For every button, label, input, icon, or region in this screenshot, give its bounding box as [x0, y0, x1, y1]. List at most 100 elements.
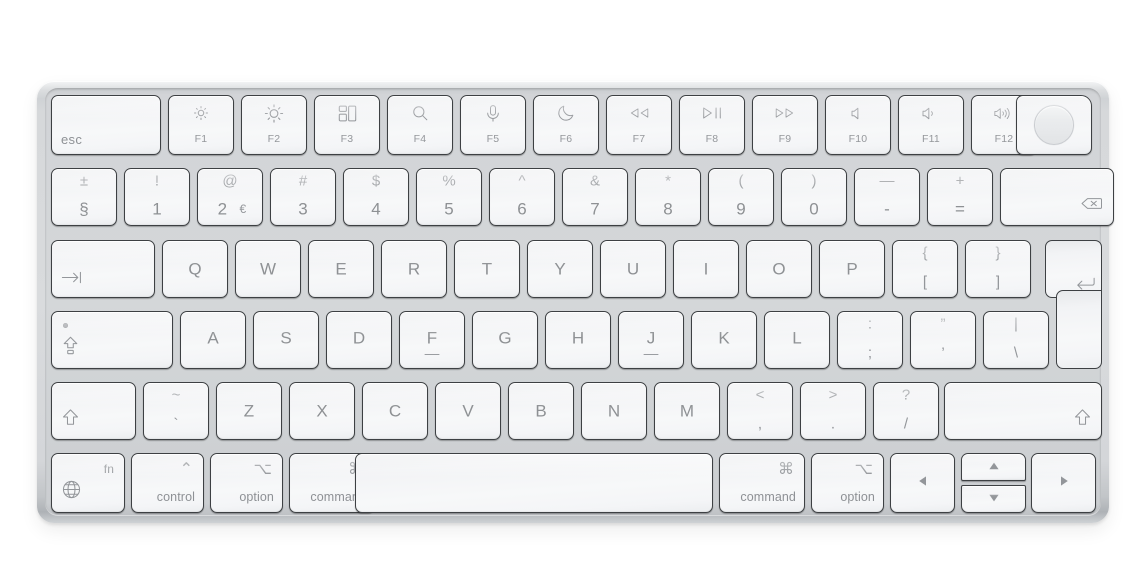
key-t[interactable]: T — [454, 240, 520, 298]
key-label-comma: , — [757, 415, 763, 433]
key-l[interactable]: L — [764, 311, 830, 369]
key-bracket-right[interactable]: } ] — [965, 240, 1031, 298]
key-section[interactable]: ± § — [51, 168, 117, 226]
key-label-f11: F11 — [922, 132, 940, 145]
key-touch-id[interactable] — [1016, 95, 1092, 155]
key-p[interactable]: P — [819, 240, 885, 298]
key-option-left[interactable]: ⌥ option — [210, 453, 283, 513]
key-shift-left[interactable] — [51, 382, 136, 440]
key-y[interactable]: Y — [527, 240, 593, 298]
key-2[interactable]: @ 2 € — [197, 168, 263, 226]
key-shift-right[interactable] — [944, 382, 1102, 440]
key-grave[interactable]: ~ ` — [143, 382, 209, 440]
key-r[interactable]: R — [381, 240, 447, 298]
key-command-right[interactable]: ⌘ command — [719, 453, 805, 513]
key-f7[interactable]: F7 — [606, 95, 672, 155]
key-label-minus-top: — — [879, 172, 895, 190]
key-arrow-down[interactable] — [961, 485, 1026, 513]
key-j[interactable]: J — [618, 311, 684, 369]
key-semicolon[interactable]: : ; — [837, 311, 903, 369]
key-label-h: H — [571, 328, 585, 348]
key-d[interactable]: D — [326, 311, 392, 369]
key-v[interactable]: V — [435, 382, 501, 440]
key-3[interactable]: # 3 — [270, 168, 336, 226]
key-f[interactable]: F — [399, 311, 465, 369]
key-label-2-top: @ — [222, 172, 238, 190]
key-label-grave-top: ~ — [171, 386, 181, 404]
key-quote[interactable]: ” ’ — [910, 311, 976, 369]
key-label-2-euro: € — [239, 202, 247, 217]
key-f4[interactable]: F4 — [387, 95, 453, 155]
key-delete[interactable] — [1000, 168, 1114, 226]
key-label-8-top: * — [665, 172, 671, 190]
key-i[interactable]: I — [673, 240, 739, 298]
key-comma[interactable]: < , — [727, 382, 793, 440]
key-bracket-left[interactable]: { [ — [892, 240, 958, 298]
key-e[interactable]: E — [308, 240, 374, 298]
key-5[interactable]: % 5 — [416, 168, 482, 226]
key-f1[interactable]: F1 — [168, 95, 234, 155]
key-label-quote: ’ — [941, 344, 945, 362]
key-slash[interactable]: ? / — [873, 382, 939, 440]
key-control-left[interactable]: ⌃ control — [131, 453, 204, 513]
key-w[interactable]: W — [235, 240, 301, 298]
key-o[interactable]: O — [746, 240, 812, 298]
key-h[interactable]: H — [545, 311, 611, 369]
key-label-1: 1 — [152, 199, 162, 219]
key-option-right[interactable]: ⌥ option — [811, 453, 884, 513]
key-1[interactable]: ! 1 — [124, 168, 190, 226]
key-s[interactable]: S — [253, 311, 319, 369]
key-c[interactable]: C — [362, 382, 428, 440]
key-backslash[interactable]: | \ — [983, 311, 1049, 369]
key-7[interactable]: & 7 — [562, 168, 628, 226]
key-arrow-left[interactable] — [890, 453, 955, 513]
key-4[interactable]: $ 4 — [343, 168, 409, 226]
shift-icon — [61, 408, 80, 431]
key-return[interactable] — [1045, 240, 1102, 369]
key-minus[interactable]: — - — [854, 168, 920, 226]
key-b[interactable]: B — [508, 382, 574, 440]
key-f5[interactable]: F5 — [460, 95, 526, 155]
key-space[interactable] — [355, 453, 713, 513]
key-label-f3: F3 — [340, 132, 354, 145]
key-z[interactable]: Z — [216, 382, 282, 440]
key-label-f8: F8 — [705, 132, 719, 145]
tab-icon — [61, 270, 82, 289]
key-fn[interactable]: fn — [51, 453, 125, 513]
key-symbol-control-left: ⌃ — [179, 461, 193, 478]
key-label-r: R — [407, 259, 421, 279]
key-f11[interactable]: F11 — [898, 95, 964, 155]
key-label-7: 7 — [590, 199, 600, 219]
key-label-0: 0 — [809, 199, 819, 219]
key-x[interactable]: X — [289, 382, 355, 440]
key-9[interactable]: ( 9 — [708, 168, 774, 226]
key-arrow-right[interactable] — [1031, 453, 1096, 513]
key-f10[interactable]: F10 — [825, 95, 891, 155]
key-equal[interactable]: + = — [927, 168, 993, 226]
key-label-slash-top: ? — [901, 386, 911, 404]
key-a[interactable]: A — [180, 311, 246, 369]
key-8[interactable]: * 8 — [635, 168, 701, 226]
key-label-bracket-right-top: } — [995, 244, 1001, 262]
key-q[interactable]: Q — [162, 240, 228, 298]
key-tab[interactable] — [51, 240, 155, 298]
key-6[interactable]: ^ 6 — [489, 168, 555, 226]
caps-lock-led — [63, 323, 68, 328]
key-g[interactable]: G — [472, 311, 538, 369]
key-0[interactable]: ) 0 — [781, 168, 847, 226]
volume-up-icon — [993, 102, 1015, 124]
key-period[interactable]: > . — [800, 382, 866, 440]
key-u[interactable]: U — [600, 240, 666, 298]
key-f3[interactable]: F3 — [314, 95, 380, 155]
key-f6[interactable]: F6 — [533, 95, 599, 155]
key-f9[interactable]: F9 — [752, 95, 818, 155]
key-f2[interactable]: F2 — [241, 95, 307, 155]
key-n[interactable]: N — [581, 382, 647, 440]
key-f8[interactable]: F8 — [679, 95, 745, 155]
key-label-f12: F12 — [994, 132, 1014, 145]
key-m[interactable]: M — [654, 382, 720, 440]
key-caps-lock[interactable] — [51, 311, 173, 369]
key-esc[interactable]: esc — [51, 95, 161, 155]
key-arrow-up[interactable] — [961, 453, 1026, 481]
key-k[interactable]: K — [691, 311, 757, 369]
